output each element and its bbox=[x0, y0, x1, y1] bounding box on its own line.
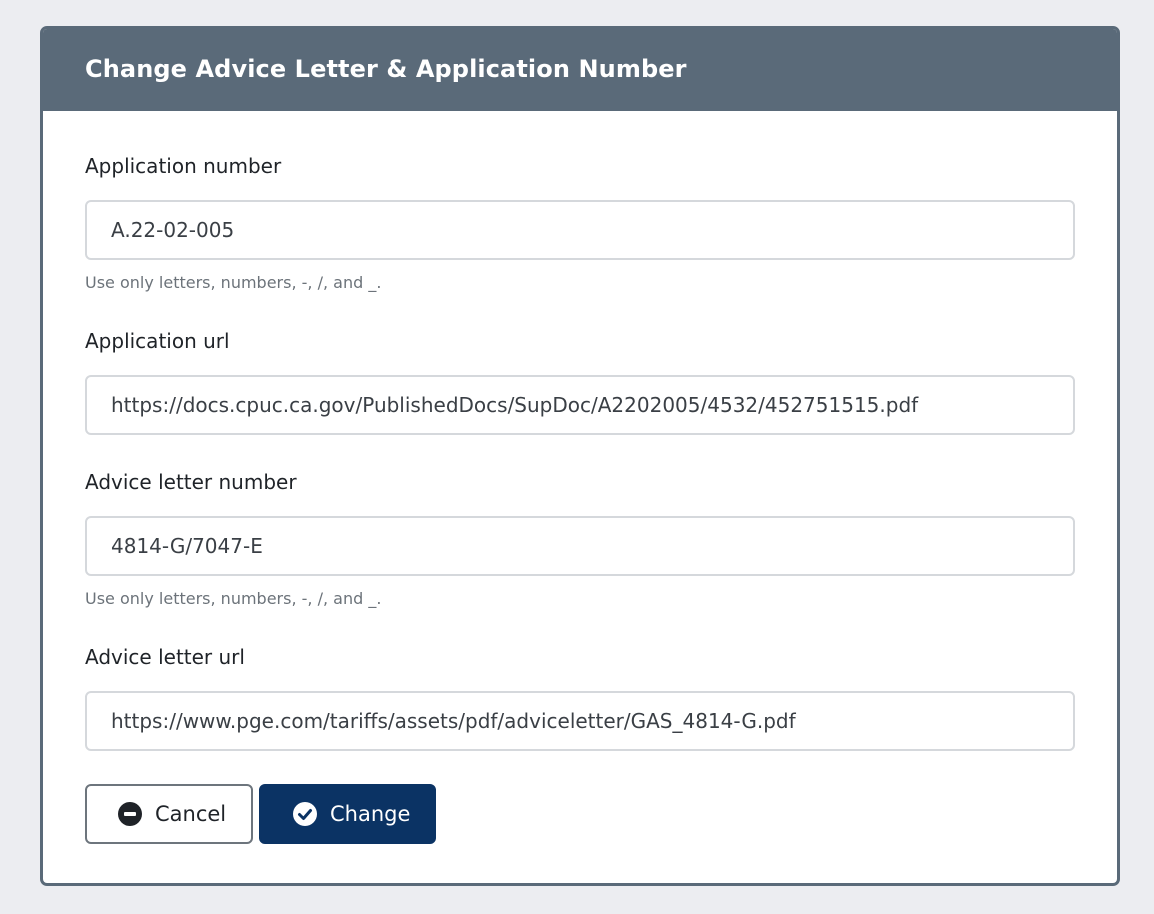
application-url-label: Application url bbox=[85, 329, 230, 353]
application-number-help: Use only letters, numbers, -, /, and _. bbox=[85, 273, 382, 292]
cancel-button[interactable]: Cancel bbox=[85, 784, 253, 844]
advice-letter-url-label: Advice letter url bbox=[85, 645, 245, 669]
dialog-title: Change Advice Letter & Application Numbe… bbox=[85, 55, 687, 83]
advice-letter-url-input[interactable] bbox=[85, 691, 1075, 751]
application-url-input[interactable] bbox=[85, 375, 1075, 435]
advice-letter-number-label: Advice letter number bbox=[85, 470, 297, 494]
cancel-button-label: Cancel bbox=[155, 802, 227, 826]
change-button-label: Change bbox=[330, 802, 411, 826]
application-number-label: Application number bbox=[85, 154, 282, 178]
advice-letter-number-help: Use only letters, numbers, -, /, and _. bbox=[85, 589, 382, 608]
application-number-input[interactable] bbox=[85, 200, 1075, 260]
change-button[interactable]: Change bbox=[259, 784, 436, 844]
dialog-header: Change Advice Letter & Application Numbe… bbox=[43, 29, 1117, 111]
check-circle-icon bbox=[292, 801, 318, 827]
advice-letter-number-input[interactable] bbox=[85, 516, 1075, 576]
change-dialog: Change Advice Letter & Application Numbe… bbox=[40, 26, 1120, 886]
minus-circle-icon bbox=[117, 801, 143, 827]
